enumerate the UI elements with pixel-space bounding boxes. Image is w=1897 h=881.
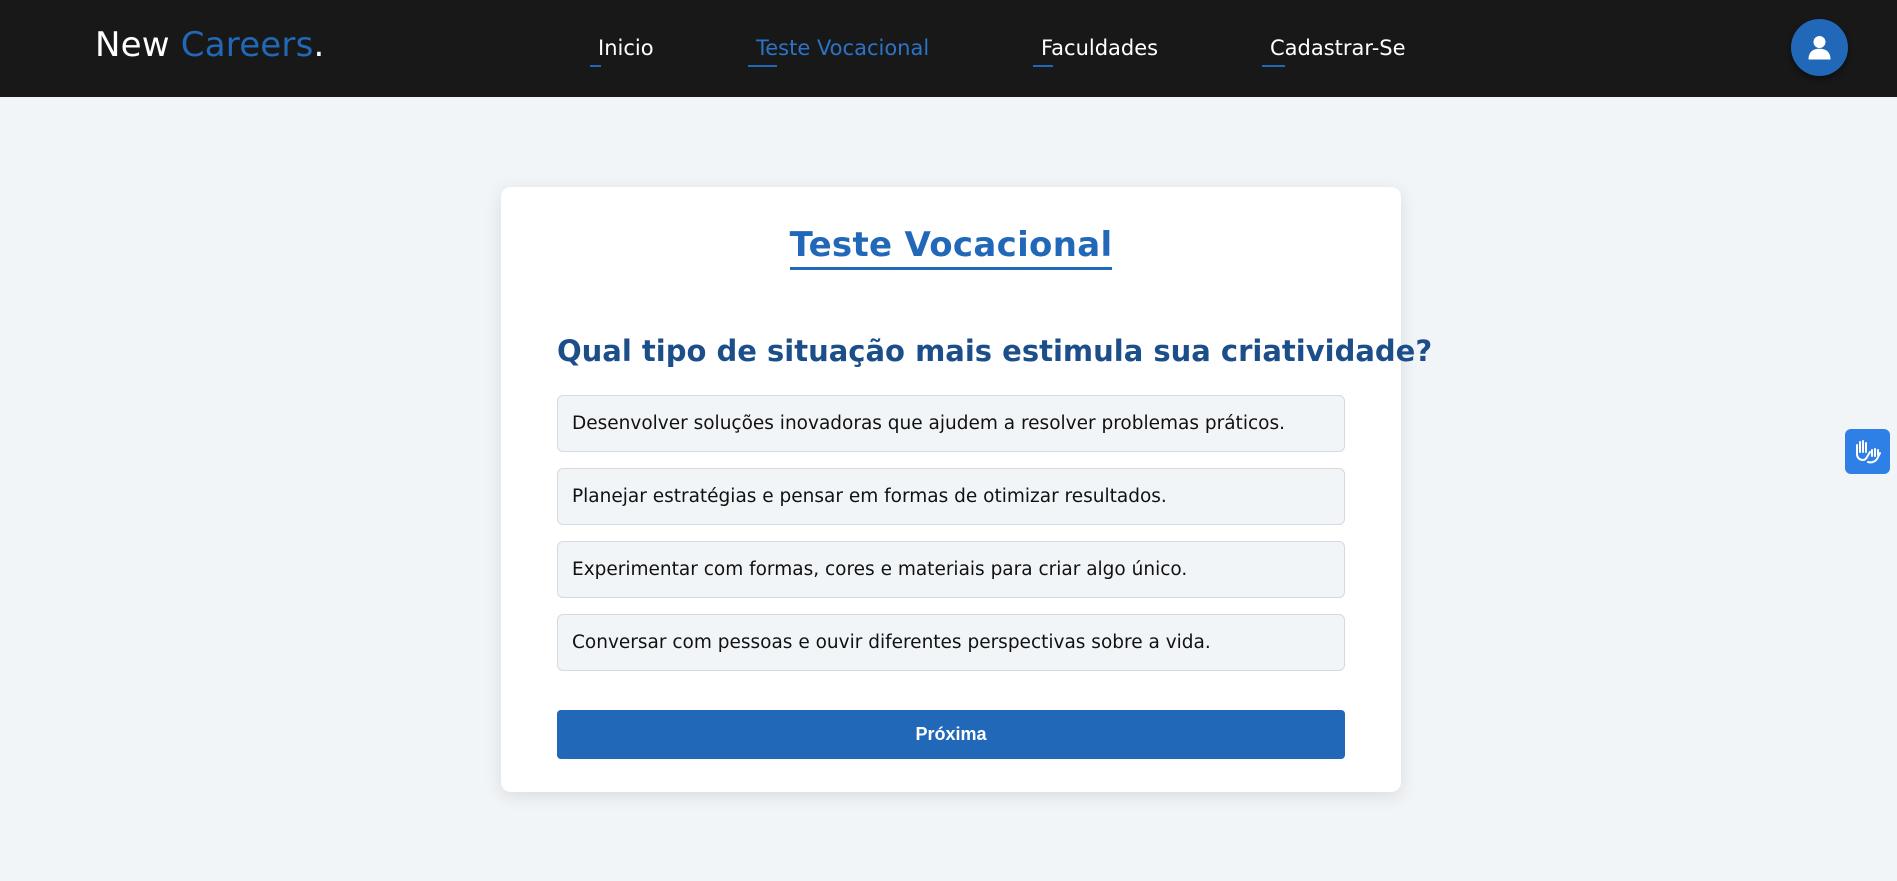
nav-link-faculdades[interactable]: Faculdades [1033, 36, 1159, 67]
question-text: Qual tipo de situação mais estimula sua … [557, 334, 1433, 368]
top-navbar: New Careers. Inicio Teste Vocacional Fac… [0, 0, 1897, 97]
nav-link-label: Teste Vocacional [756, 36, 930, 60]
profile-button[interactable] [1791, 19, 1848, 76]
quiz-card: Teste Vocacional Qual tipo de situação m… [501, 187, 1433, 792]
nav-link-underline [590, 65, 601, 67]
nav-link-label: Cadastrar-Se [1270, 36, 1406, 60]
nav-link-underline [1262, 65, 1285, 67]
answer-option-3[interactable]: Experimentar com formas, cores e materia… [557, 541, 1345, 598]
answer-option-1[interactable]: Desenvolver soluções inovadoras que ajud… [557, 395, 1345, 452]
nav-link-label: Inicio [598, 36, 654, 60]
answer-option-2[interactable]: Planejar estratégias e pensar em formas … [557, 468, 1345, 525]
nav-link-cadastrar-se[interactable]: Cadastrar-Se [1262, 36, 1406, 67]
brand-dot: . [313, 25, 325, 65]
quiz-title-text: Teste Vocacional [789, 225, 1113, 270]
nav-link-underline [748, 65, 777, 67]
brand-name-part2: Careers [180, 25, 314, 65]
quiz-title: Teste Vocacional [501, 225, 1401, 270]
next-button[interactable]: Próxima [557, 710, 1345, 759]
sign-language-hands-icon [1856, 440, 1881, 464]
nav-link-teste-vocacional[interactable]: Teste Vocacional [748, 36, 930, 67]
brand-name-part1: New [95, 25, 181, 65]
nav-link-underline [1033, 65, 1053, 67]
user-icon [1808, 36, 1831, 60]
nav-link-label: Faculdades [1041, 36, 1159, 60]
brand-logo[interactable]: New Careers. [95, 25, 325, 65]
accessibility-sign-language-button[interactable] [1845, 429, 1890, 474]
answer-option-4[interactable]: Conversar com pessoas e ouvir diferentes… [557, 614, 1345, 671]
nav-link-inicio[interactable]: Inicio [590, 36, 654, 67]
